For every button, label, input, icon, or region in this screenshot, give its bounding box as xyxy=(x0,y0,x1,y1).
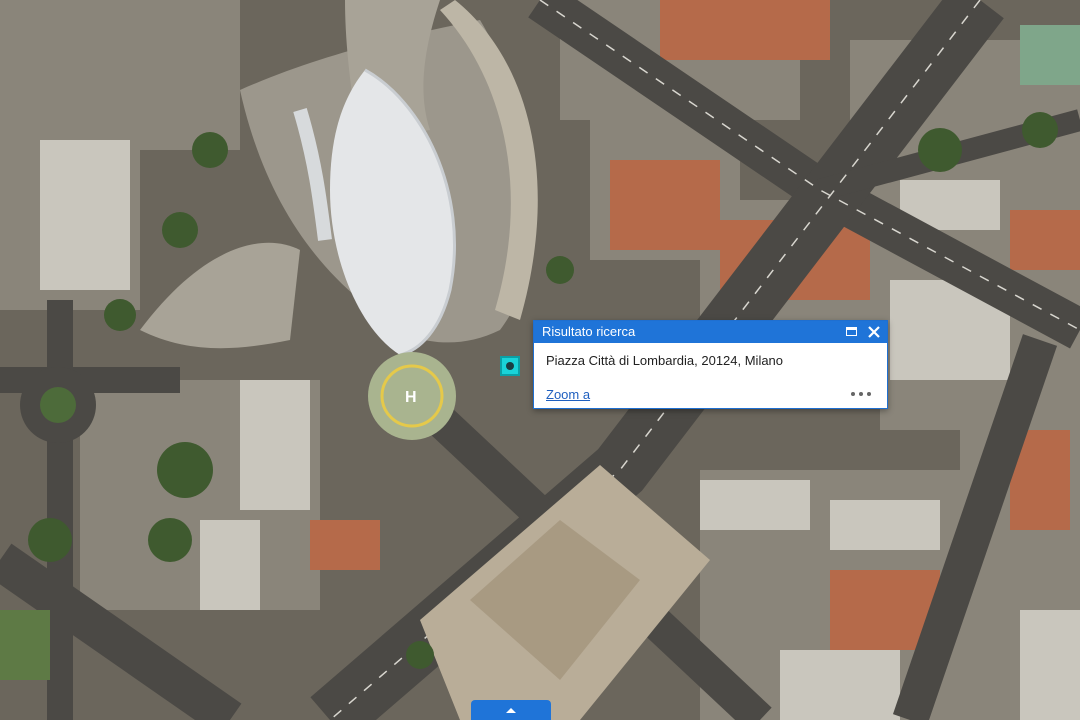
map-view[interactable]: H Risultato ricerca Piazza Città di Lomb… xyxy=(0,0,1080,720)
chevron-up-icon xyxy=(506,708,516,713)
search-result-popup: Risultato ricerca Piazza Città di Lombar… xyxy=(533,320,888,409)
popup-address: Piazza Città di Lombardia, 20124, Milano xyxy=(546,353,784,368)
maximize-icon[interactable] xyxy=(843,323,861,341)
expand-panel-button[interactable] xyxy=(471,700,551,720)
zoom-to-link[interactable]: Zoom a xyxy=(546,387,590,402)
more-options-icon[interactable] xyxy=(849,386,873,402)
location-marker-icon[interactable] xyxy=(500,356,520,376)
popup-header: Risultato ricerca xyxy=(534,321,887,343)
popup-title: Risultato ricerca xyxy=(542,324,636,339)
popup-footer: Zoom a xyxy=(546,387,875,403)
svg-text:H: H xyxy=(405,389,417,406)
close-icon[interactable] xyxy=(865,323,883,341)
